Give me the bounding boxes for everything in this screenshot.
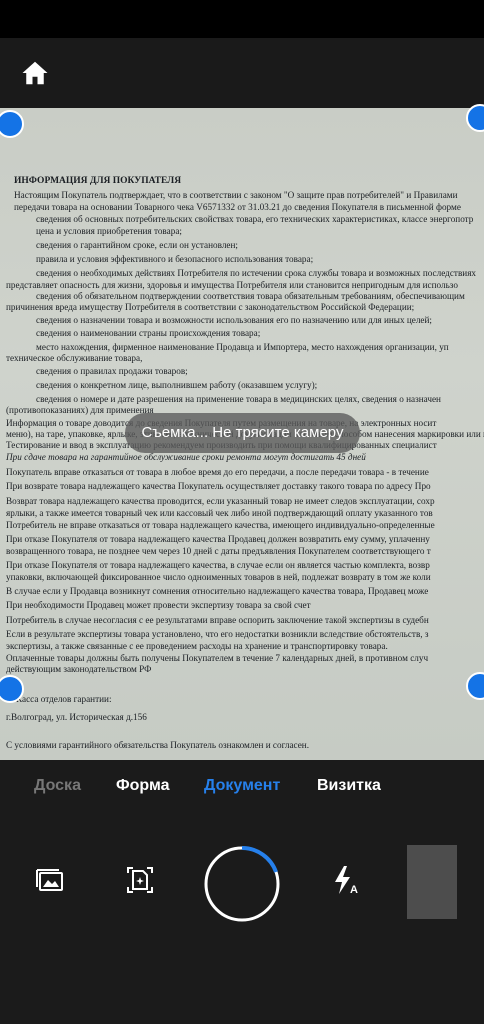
mode-form[interactable]: Форма — [116, 777, 170, 795]
document-line: (противопоказаниях) для применения — [6, 405, 154, 415]
document-line: Покупатель вправе отказаться от товара в… — [6, 467, 429, 477]
document-line: место нахождения, фирменное наименование… — [36, 342, 449, 352]
auto-capture-icon[interactable] — [124, 864, 156, 896]
document-line: ярлыки, а также имеется товарный чек или… — [6, 508, 433, 518]
document-line: сведения о необходимых действиях Потреби… — [36, 268, 477, 278]
capture-toast: Съемка... Не трясите камеру — [125, 413, 360, 453]
document-line: сведения о конкретном лице, выполнившем … — [36, 380, 318, 390]
document-line: При необходимости Продавец может провест… — [6, 600, 311, 610]
document-line: техническое обслуживание товара, — [6, 353, 143, 363]
status-bar — [0, 0, 484, 38]
document-line: сведения о назначении товара и возможнос… — [36, 315, 432, 325]
document-line: При возврате товара надлежащего качества… — [6, 481, 431, 491]
mode-document[interactable]: Документ — [204, 777, 280, 795]
document-title: ИНФОРМАЦИЯ ДЛЯ ПОКУПАТЕЛЯ — [14, 176, 182, 186]
document-line: действующим законодательством РФ — [6, 664, 152, 674]
document-line: сведения о наименовании страны происхожд… — [36, 328, 261, 338]
top-bar — [0, 38, 484, 108]
document-line: Настоящим Покупатель подтверждает, что в… — [14, 190, 458, 200]
document-line: правила и условия эффективного и безопас… — [36, 254, 314, 264]
mode-selector: Доска Форма Документ Визитка — [0, 760, 484, 820]
document-line: экспертизы, а также связанные с ее прове… — [6, 641, 388, 651]
last-capture-thumbnail[interactable] — [407, 845, 457, 919]
image-gallery-icon[interactable] — [34, 864, 66, 896]
camera-controls: A — [0, 820, 484, 1024]
document-line: упаковки, включающей фиксированное число… — [6, 572, 431, 582]
document-line: С условиями гарантийного обязательства П… — [6, 740, 310, 750]
document-line: причинения вреда имуществу Потребителя в… — [6, 302, 415, 312]
mode-business-card[interactable]: Визитка — [317, 777, 381, 795]
document-line: сведения о правилах продажи товаров; — [36, 366, 188, 376]
document-line: представляет опасность для жизни, здоров… — [6, 280, 458, 290]
flash-auto-icon[interactable]: A — [330, 864, 362, 896]
document-line: сведения о гарантийном сроке, если он ус… — [36, 240, 238, 250]
document-line: Возврат товара надлежащего качества пров… — [6, 496, 435, 506]
document-line: В случае если у Продавца возникнут сомне… — [6, 586, 429, 596]
document-line: Потребитель в случае несогласия с ее рез… — [6, 615, 429, 625]
document-line: цена и условия приобретения товара; — [36, 226, 182, 236]
mode-whiteboard[interactable]: Доска — [34, 777, 81, 795]
svg-text:A: A — [350, 884, 358, 896]
document-line: сведения об обязательном подтверждении с… — [36, 291, 465, 301]
document-line: передачи товара на основании Товарного ч… — [14, 202, 461, 212]
document-line: сведения о номере и дате разрешения на п… — [36, 394, 441, 404]
home-icon[interactable] — [20, 58, 50, 88]
document-line: Оплаченные товары должны быть получены П… — [6, 653, 429, 663]
document-line: При отказе Покупателя от товара надлежащ… — [6, 534, 430, 544]
document-line: Касса отделов гарантии: — [16, 694, 112, 704]
document-line: Если в результате экспертизы товара уста… — [6, 629, 429, 639]
document-line: сведения об основных потребительских сво… — [36, 214, 474, 224]
shutter-button[interactable] — [202, 844, 282, 924]
document-line: г.Волгоград, ул. Историческая д.156 — [6, 712, 147, 722]
document-line: возвращенного товара, не позднее чем чер… — [6, 546, 431, 556]
document-line: При сдаче товара на гарантийное обслужив… — [6, 452, 366, 462]
document-line: При отказе Покупателя от товара надлежащ… — [6, 560, 430, 570]
document-line: Потребитель не вправе отказаться от това… — [6, 520, 435, 530]
